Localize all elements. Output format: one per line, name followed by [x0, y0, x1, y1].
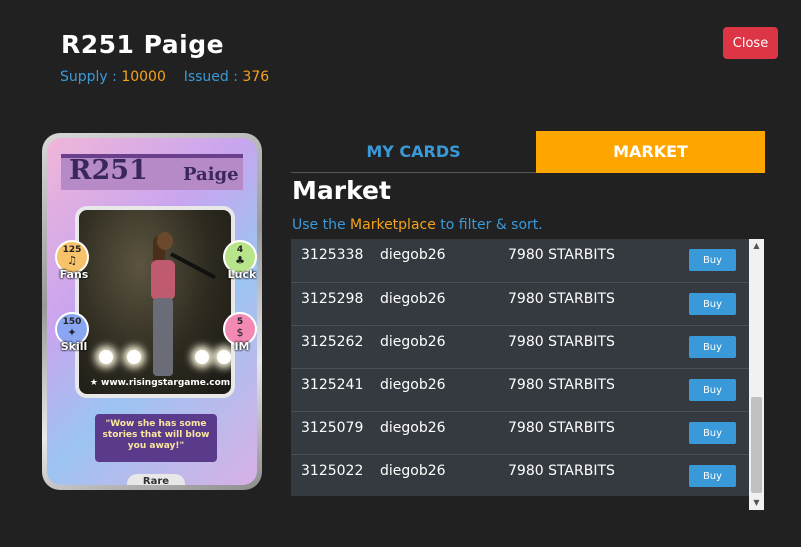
listing-price: 7980 STARBITS	[508, 377, 615, 393]
supply-value: 10000	[121, 69, 166, 85]
skill-icon: ✦	[67, 326, 77, 339]
market-listings: 3125338 diegob26 7980 STARBITS Buy 31252…	[291, 239, 749, 496]
dollar-icon: $	[236, 326, 244, 339]
card-rarity: Rare	[127, 474, 185, 485]
clover-icon: ♣	[235, 254, 245, 267]
card-name: Paige	[183, 164, 239, 185]
close-button[interactable]: Close	[723, 27, 778, 59]
listing-row: 3125241 diegob26 7980 STARBITS Buy	[291, 368, 749, 411]
issued-label: Issued :	[183, 69, 238, 85]
listing-seller: diegob26	[380, 334, 446, 350]
listing-seller: diegob26	[380, 463, 446, 479]
stat-fans: 125 ♫ Fans	[55, 240, 89, 281]
listing-price: 7980 STARBITS	[508, 463, 615, 479]
card-quote: "Wow she has some stories that will blow…	[95, 414, 217, 462]
website-label: ★ www.risingstargame.com	[89, 378, 231, 388]
stat-im: 5 $ IM	[223, 312, 257, 353]
buy-button[interactable]: Buy	[689, 379, 736, 401]
listing-seller: diegob26	[380, 420, 446, 436]
listing-price: 7980 STARBITS	[508, 334, 615, 350]
listing-seller: diegob26	[380, 291, 446, 307]
listing-id: 3125241	[301, 377, 364, 393]
buy-button[interactable]: Buy	[689, 249, 736, 271]
listings-scrollbar[interactable]: ▲ ▼	[749, 239, 764, 510]
listing-price: 7980 STARBITS	[508, 247, 615, 263]
listing-row: 3125079 diegob26 7980 STARBITS Buy	[291, 411, 749, 454]
tab-market[interactable]: MARKET	[536, 131, 765, 173]
stat-skill: 150 ✦ Skill	[55, 312, 89, 353]
clarinet-icon	[170, 252, 217, 280]
listing-row: 3125338 diegob26 7980 STARBITS Buy	[291, 239, 749, 282]
buy-button[interactable]: Buy	[689, 465, 736, 487]
listing-row: 3125262 diegob26 7980 STARBITS Buy	[291, 325, 749, 368]
listing-id: 3125262	[301, 334, 364, 350]
listing-id: 3125298	[301, 291, 364, 307]
card-title: R251 Paige	[61, 30, 225, 59]
buy-button[interactable]: Buy	[689, 422, 736, 444]
listing-price: 7980 STARBITS	[508, 291, 615, 307]
listing-seller: diegob26	[380, 377, 446, 393]
stat-luck: 4 ♣ Luck	[223, 240, 257, 281]
listing-id: 3125338	[301, 247, 364, 263]
card-image: R251 Paige ★ www.risingstargame.com 125	[42, 133, 262, 490]
scroll-thumb[interactable]	[751, 397, 762, 493]
listing-id: 3125022	[301, 463, 364, 479]
market-heading: Market	[292, 176, 391, 205]
tab-my-cards[interactable]: MY CARDS	[291, 131, 536, 173]
fans-icon: ♫	[67, 254, 77, 267]
listing-row: 3125298 diegob26 7980 STARBITS Buy	[291, 282, 749, 325]
supply-label: Supply :	[60, 69, 117, 85]
buy-button[interactable]: Buy	[689, 336, 736, 358]
musician-figure	[143, 232, 217, 382]
listing-price: 7980 STARBITS	[508, 420, 615, 436]
listing-id: 3125079	[301, 420, 364, 436]
market-description: Use the Marketplace to filter & sort.	[292, 217, 543, 233]
scroll-down-icon[interactable]: ▼	[749, 496, 764, 510]
card-photo: ★ www.risingstargame.com	[75, 206, 235, 398]
listing-row: 3125022 diegob26 7980 STARBITS Buy	[291, 454, 749, 496]
buy-button[interactable]: Buy	[689, 293, 736, 315]
supply-line: Supply : 10000 Issued : 376	[60, 69, 269, 85]
issued-value: 376	[242, 69, 270, 85]
scroll-up-icon[interactable]: ▲	[749, 239, 764, 253]
listing-seller: diegob26	[380, 247, 446, 263]
card-code: R251	[69, 155, 148, 186]
card-detail-modal: R251 Paige Supply : 10000 Issued : 376 C…	[0, 0, 801, 547]
card-face: R251 Paige ★ www.risingstargame.com 125	[47, 138, 257, 485]
marketplace-link[interactable]: Marketplace	[350, 217, 436, 233]
